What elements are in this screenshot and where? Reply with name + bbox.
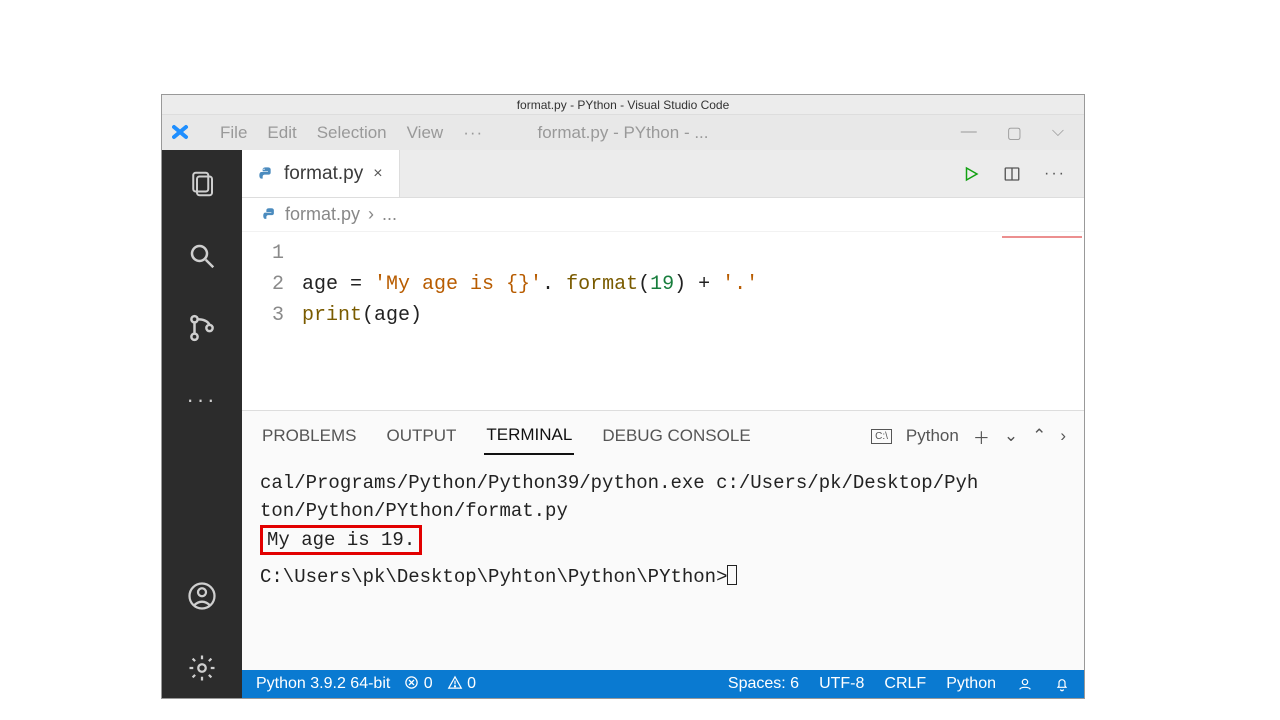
window-close-icon[interactable]: ⌵	[1052, 123, 1064, 143]
menu-edit[interactable]: Edit	[267, 123, 296, 143]
line-number-gutter: 1 2 3	[242, 238, 302, 410]
editor-more-icon[interactable]: ···	[1044, 165, 1066, 183]
vscode-window: format.py - PYthon - Visual Studio Code …	[161, 94, 1085, 699]
panel-tab-problems[interactable]: PROBLEMS	[260, 418, 358, 454]
status-interpreter[interactable]: Python 3.9.2 64-bit	[256, 675, 390, 693]
terminal-new-icon[interactable]: ＋	[973, 424, 990, 449]
panel-tab-terminal[interactable]: TERMINAL	[484, 417, 574, 455]
vscode-logo-icon	[170, 120, 200, 145]
breadcrumb[interactable]: format.py › ...	[242, 198, 1084, 232]
status-spaces[interactable]: Spaces: 6	[728, 675, 799, 693]
terminal-maximize-icon[interactable]: ⌃	[1032, 426, 1046, 446]
search-icon[interactable]	[186, 240, 218, 272]
code-content[interactable]: age = 'My age is {}'. format(19) + '.' p…	[302, 238, 1084, 410]
activity-bar: ···	[162, 150, 242, 698]
editor-tabs: format.py × ···	[242, 150, 1084, 198]
panel-tab-debug[interactable]: DEBUG CONSOLE	[600, 418, 752, 454]
terminal-dropdown-icon[interactable]: ⌄	[1004, 426, 1018, 446]
window-title-truncated: format.py - PYthon - ...	[537, 123, 708, 143]
terminal-prompt: C:\Users\pk\Desktop\Pyhton\Python\PYthon…	[260, 563, 1066, 591]
python-file-icon	[258, 166, 274, 182]
terminal-shell-icon: C:\	[871, 429, 892, 444]
menu-file[interactable]: File	[220, 123, 247, 143]
menu-view[interactable]: View	[407, 123, 444, 143]
explorer-icon[interactable]	[186, 168, 218, 200]
status-eol[interactable]: CRLF	[884, 675, 926, 693]
breadcrumb-file: format.py	[285, 204, 360, 225]
minimap[interactable]	[1002, 236, 1082, 252]
terminal-output-highlighted: My age is 19.	[260, 525, 422, 555]
menu-selection[interactable]: Selection	[317, 123, 387, 143]
status-language[interactable]: Python	[946, 675, 996, 693]
window-title: format.py - PYthon - Visual Studio Code	[162, 95, 1084, 115]
terminal-cursor	[727, 565, 737, 585]
window-minimize-icon[interactable]: —	[961, 123, 977, 143]
terminal-line: cal/Programs/Python/Python39/python.exe …	[260, 469, 1066, 497]
tab-format-py[interactable]: format.py ×	[242, 150, 400, 197]
account-icon[interactable]	[186, 580, 218, 612]
terminal-close-icon[interactable]: ›	[1060, 426, 1066, 446]
status-errors[interactable]: 0	[404, 675, 432, 693]
more-icon[interactable]: ···	[186, 384, 218, 416]
status-bar: Python 3.9.2 64-bit 0 0 Spaces: 6 UTF-8 …	[242, 670, 1084, 698]
breadcrumb-more: ...	[382, 204, 397, 225]
panel-tab-output[interactable]: OUTPUT	[384, 418, 458, 454]
menu-more[interactable]: ···	[463, 123, 483, 143]
status-encoding[interactable]: UTF-8	[819, 675, 864, 693]
python-file-icon	[262, 207, 277, 222]
terminal-line: ton/Python/PYthon/format.py	[260, 497, 1066, 525]
bottom-panel: PROBLEMS OUTPUT TERMINAL DEBUG CONSOLE C…	[242, 410, 1084, 670]
settings-gear-icon[interactable]	[186, 652, 218, 684]
breadcrumb-separator: ›	[368, 204, 374, 225]
run-icon[interactable]	[962, 165, 980, 183]
status-warnings[interactable]: 0	[447, 675, 476, 693]
code-line-1: age = 'My age is {}'. format(19) + '.'	[302, 273, 758, 296]
tab-close-icon[interactable]: ×	[373, 165, 382, 183]
status-feedback-icon[interactable]	[1016, 676, 1034, 692]
status-bell-icon[interactable]	[1054, 676, 1070, 692]
code-line-2: print(age)	[302, 304, 422, 327]
window-maximize-icon[interactable]: ▢	[1007, 123, 1022, 143]
tab-filename: format.py	[284, 163, 363, 185]
source-control-icon[interactable]	[186, 312, 218, 344]
terminal[interactable]: cal/Programs/Python/Python39/python.exe …	[242, 455, 1084, 670]
split-editor-icon[interactable]	[1002, 165, 1022, 183]
terminal-shell-label[interactable]: Python	[906, 426, 959, 446]
code-editor[interactable]: 1 2 3 age = 'My age is {}'. format(19) +…	[242, 232, 1084, 410]
menu-bar: File Edit Selection View ··· format.py -…	[162, 115, 1084, 150]
code-line-3	[302, 335, 314, 358]
